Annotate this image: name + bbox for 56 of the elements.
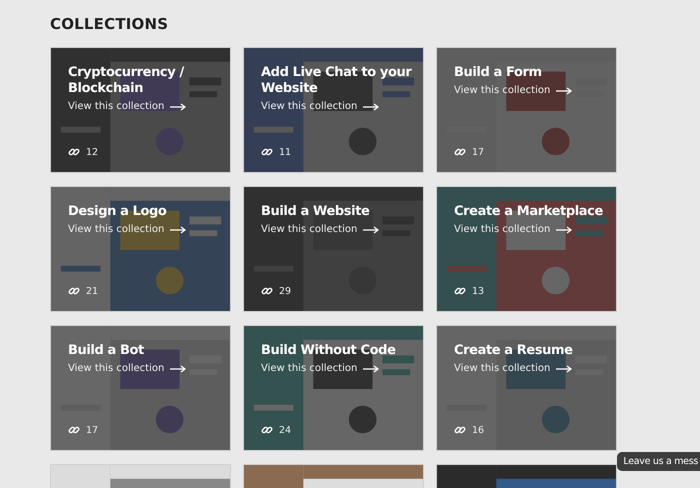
collection-title: Build a Website [261,204,370,220]
link-count: 13 [472,286,484,296]
link-count: 11 [279,146,292,158]
link-count: 12 [86,146,98,158]
chat-button[interactable]: Leave us a mess [617,452,700,471]
collection-card[interactable]: Design a Logo View this collection 21 [50,186,231,312]
arrow-icon [170,364,186,372]
collection-title: Add Live Chat to your Website [261,65,413,97]
link-count: 16 [472,424,484,436]
link-icon [454,285,466,297]
collection-title: Create a Resume [454,343,574,359]
arrow-icon [556,226,572,234]
collection-card[interactable]: Build a Website View this collection 29 [243,186,424,312]
collection-card[interactable]: Add Live Chat to your Website View this collection 11 [243,47,424,173]
collection-card[interactable]: Create a Marketplace View this collection 13 [436,186,617,312]
arrow-icon [363,364,380,372]
collection-card[interactable]: Build Without Code View this collection 24 [243,325,424,451]
collection-title: Create a Marketplace [454,204,604,220]
arrow-icon [170,102,186,110]
link-icon [261,285,273,297]
link-icon [68,285,80,297]
link-icon [261,146,273,158]
collection-title: Build a Form [454,65,543,81]
arrow-icon [363,102,380,110]
view-collection-link[interactable]: View this collection [261,224,358,235]
link-count: 29 [279,286,292,296]
arrow-icon [363,226,380,234]
link-icon [68,146,80,158]
collection-title: Build Without Code [261,343,396,359]
link-count: 21 [86,286,98,296]
collection-title: Build a Bot [68,343,145,359]
arrow-icon [556,364,572,372]
collection-card[interactable]: Cryptocurrency / Blockchain View this collection 12 [50,47,231,173]
link-count: 17 [472,146,484,158]
collection-title: Cryptocurrency / Blockchain [68,65,186,97]
collection-title: Design a Logo [68,204,168,220]
view-collection-link[interactable]: View this collection [68,363,164,374]
view-collection-link[interactable]: View this collection [454,363,550,374]
collection-card[interactable]: Create a Resume View this collection 16 [436,325,617,451]
view-collection-link[interactable]: View this collection [261,101,358,112]
collection-card[interactable]: Build a Bot View this collection 17 [50,325,231,451]
view-collection-link[interactable]: View this collection [68,101,164,112]
link-count: 17 [86,424,98,436]
collection-card[interactable]: Build a Form View this collection 17 [436,47,617,173]
link-icon [454,146,466,158]
link-icon [454,424,466,436]
view-collection-link[interactable]: View this collection [454,224,550,235]
section-heading: COLLECTIONS [50,15,170,33]
link-count: 24 [279,424,292,436]
link-icon [68,424,80,436]
view-collection-link[interactable]: View this collection [261,363,358,374]
link-icon [261,424,273,436]
view-collection-link[interactable]: View this collection [68,224,164,235]
arrow-icon [556,86,572,94]
view-collection-link[interactable]: View this collection [454,85,550,96]
arrow-icon [170,226,186,234]
